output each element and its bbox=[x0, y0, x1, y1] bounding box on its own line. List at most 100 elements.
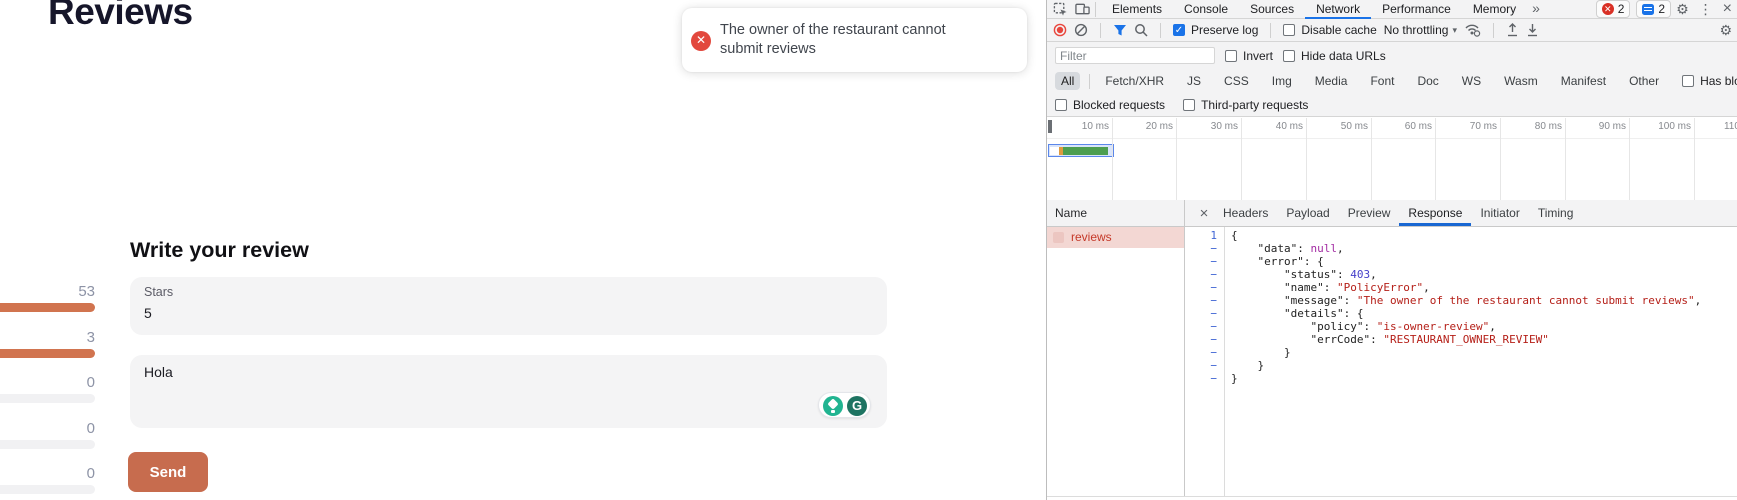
json-token: , bbox=[1695, 294, 1702, 307]
stars-field[interactable]: Stars 5 bbox=[130, 277, 887, 335]
has-blocked-cookies-checkbox[interactable]: Has blocked cookies bbox=[1682, 74, 1737, 88]
network-overview-timeline[interactable]: 10 ms20 ms30 ms40 ms50 ms60 ms70 ms80 ms… bbox=[1047, 118, 1737, 200]
gutter-line-marker[interactable]: − bbox=[1185, 294, 1224, 307]
invert-checkbox[interactable]: Invert bbox=[1225, 49, 1273, 63]
review-textarea[interactable]: Hola G bbox=[130, 355, 887, 428]
rating-histogram: 533000 bbox=[0, 283, 97, 493]
more-tabs-icon[interactable]: » bbox=[1527, 0, 1545, 19]
checkbox-icon bbox=[1055, 99, 1067, 111]
tab-performance[interactable]: Performance bbox=[1371, 0, 1462, 19]
devtools-bottom-border bbox=[1047, 496, 1737, 497]
gutter-line-marker[interactable]: − bbox=[1185, 359, 1224, 372]
gutter-line-marker[interactable]: − bbox=[1185, 255, 1224, 268]
gutter-line-marker[interactable]: − bbox=[1185, 372, 1224, 385]
import-har-icon[interactable] bbox=[1506, 23, 1519, 37]
clear-icon[interactable] bbox=[1074, 23, 1088, 37]
third-party-requests-checkbox[interactable]: Third-party requests bbox=[1183, 98, 1308, 112]
gutter-line-marker[interactable]: 1 bbox=[1185, 229, 1224, 242]
write-review-heading: Write your review bbox=[130, 238, 309, 263]
chip-font[interactable]: Font bbox=[1364, 72, 1400, 90]
grammarly-logo-icon[interactable]: G bbox=[847, 396, 867, 416]
chip-img[interactable]: Img bbox=[1266, 72, 1298, 90]
chip-js[interactable]: JS bbox=[1181, 72, 1207, 90]
response-json-viewer[interactable]: { "data": null, "error": { "status": 403… bbox=[1231, 229, 1735, 385]
record-icon[interactable] bbox=[1053, 23, 1067, 37]
rating-row: 3 bbox=[0, 329, 97, 369]
chip-all[interactable]: All bbox=[1055, 72, 1080, 90]
json-line: "message": "The owner of the restaurant … bbox=[1231, 294, 1735, 307]
grammarly-widget[interactable]: G bbox=[818, 392, 871, 418]
issues-badge[interactable]: 2 bbox=[1636, 0, 1671, 18]
issues-count: 2 bbox=[1658, 2, 1665, 16]
gutter-line-marker[interactable]: − bbox=[1185, 346, 1224, 359]
errors-badge[interactable]: ✕ 2 bbox=[1596, 0, 1631, 18]
chip-fetch-xhr[interactable]: Fetch/XHR bbox=[1099, 72, 1170, 90]
timeline-tick-label: 30 ms bbox=[1180, 121, 1238, 133]
network-settings-gear-icon[interactable]: ⚙ bbox=[1714, 22, 1737, 39]
request-detail-tabbar: × HeadersPayloadPreviewResponseInitiator… bbox=[1185, 200, 1737, 227]
chip-wasm[interactable]: Wasm bbox=[1498, 72, 1544, 90]
gutter-line-marker[interactable]: − bbox=[1185, 281, 1224, 294]
waterfall-waiting-segment bbox=[1050, 147, 1059, 155]
detail-tab-preview[interactable]: Preview bbox=[1339, 200, 1400, 226]
detail-tab-headers[interactable]: Headers bbox=[1214, 200, 1277, 226]
inspect-element-icon[interactable] bbox=[1053, 2, 1068, 17]
kebab-menu-icon[interactable]: ⋮ bbox=[1694, 1, 1718, 18]
gutter-line-marker[interactable]: − bbox=[1185, 333, 1224, 346]
json-token: 403 bbox=[1350, 268, 1370, 281]
detail-tab-payload[interactable]: Payload bbox=[1277, 200, 1338, 226]
close-devtools-icon[interactable]: × bbox=[1718, 0, 1737, 18]
request-row-reviews[interactable]: reviews bbox=[1047, 227, 1184, 248]
tab-elements[interactable]: Elements bbox=[1101, 0, 1173, 19]
detail-tab-initiator[interactable]: Initiator bbox=[1471, 200, 1528, 226]
detail-tabs-container: HeadersPayloadPreviewResponseInitiatorTi… bbox=[1214, 200, 1582, 226]
chip-doc[interactable]: Doc bbox=[1411, 72, 1444, 90]
preserve-log-checkbox[interactable]: ✓ Preserve log bbox=[1173, 23, 1258, 37]
gutter-line-marker[interactable]: − bbox=[1185, 268, 1224, 281]
chip-other[interactable]: Other bbox=[1623, 72, 1665, 90]
device-toolbar-icon[interactable] bbox=[1075, 2, 1090, 16]
tab-console[interactable]: Console bbox=[1173, 0, 1239, 19]
search-icon[interactable] bbox=[1134, 23, 1148, 37]
request-waterfall-bar[interactable] bbox=[1048, 144, 1114, 157]
blocked-requests-checkbox[interactable]: Blocked requests bbox=[1055, 98, 1165, 112]
close-detail-icon[interactable]: × bbox=[1194, 205, 1214, 222]
hide-data-urls-checkbox[interactable]: Hide data URLs bbox=[1283, 49, 1386, 63]
chip-ws[interactable]: WS bbox=[1456, 72, 1487, 90]
rating-bar bbox=[0, 349, 95, 358]
checkbox-icon bbox=[1183, 99, 1195, 111]
grammarly-suggestion-icon[interactable] bbox=[823, 396, 843, 416]
network-conditions-icon[interactable] bbox=[1464, 23, 1481, 37]
tab-memory[interactable]: Memory bbox=[1462, 0, 1527, 19]
json-token: } bbox=[1231, 346, 1291, 359]
export-har-icon[interactable] bbox=[1526, 23, 1539, 37]
rating-bar bbox=[0, 394, 95, 403]
filter-input[interactable] bbox=[1055, 47, 1215, 64]
tab-network[interactable]: Network bbox=[1305, 0, 1371, 19]
ruler-divider bbox=[1047, 138, 1737, 139]
gutter-line-marker[interactable]: − bbox=[1185, 320, 1224, 333]
disable-cache-checkbox[interactable]: Disable cache bbox=[1283, 23, 1376, 37]
name-column-header[interactable]: Name bbox=[1047, 200, 1185, 227]
filter-funnel-icon[interactable] bbox=[1113, 24, 1127, 37]
error-toast[interactable]: ✕ The owner of the restaurant cannot sub… bbox=[682, 8, 1027, 72]
json-token: "error": { bbox=[1231, 255, 1324, 268]
tab-sources[interactable]: Sources bbox=[1239, 0, 1305, 19]
chip-media[interactable]: Media bbox=[1309, 72, 1354, 90]
gutter-line-marker[interactable]: − bbox=[1185, 242, 1224, 255]
chip-css[interactable]: CSS bbox=[1218, 72, 1255, 90]
detail-tab-timing[interactable]: Timing bbox=[1529, 200, 1583, 226]
throttling-dropdown[interactable]: No throttling ▾ bbox=[1384, 23, 1457, 37]
checkbox-icon bbox=[1283, 24, 1295, 36]
settings-gear-icon[interactable]: ⚙ bbox=[1671, 1, 1694, 18]
detail-tab-response[interactable]: Response bbox=[1399, 200, 1471, 226]
gutter-line-marker[interactable]: − bbox=[1185, 307, 1224, 320]
rating-row: 0 bbox=[0, 420, 97, 460]
json-token: { bbox=[1231, 229, 1238, 242]
json-token: "RESTAURANT_OWNER_REVIEW" bbox=[1383, 333, 1549, 346]
json-token: , bbox=[1337, 242, 1344, 255]
send-button[interactable]: Send bbox=[128, 452, 208, 492]
chip-manifest[interactable]: Manifest bbox=[1555, 72, 1612, 90]
rating-count: 3 bbox=[87, 329, 95, 346]
timeline-tick-label: 10 ms bbox=[1051, 121, 1109, 133]
